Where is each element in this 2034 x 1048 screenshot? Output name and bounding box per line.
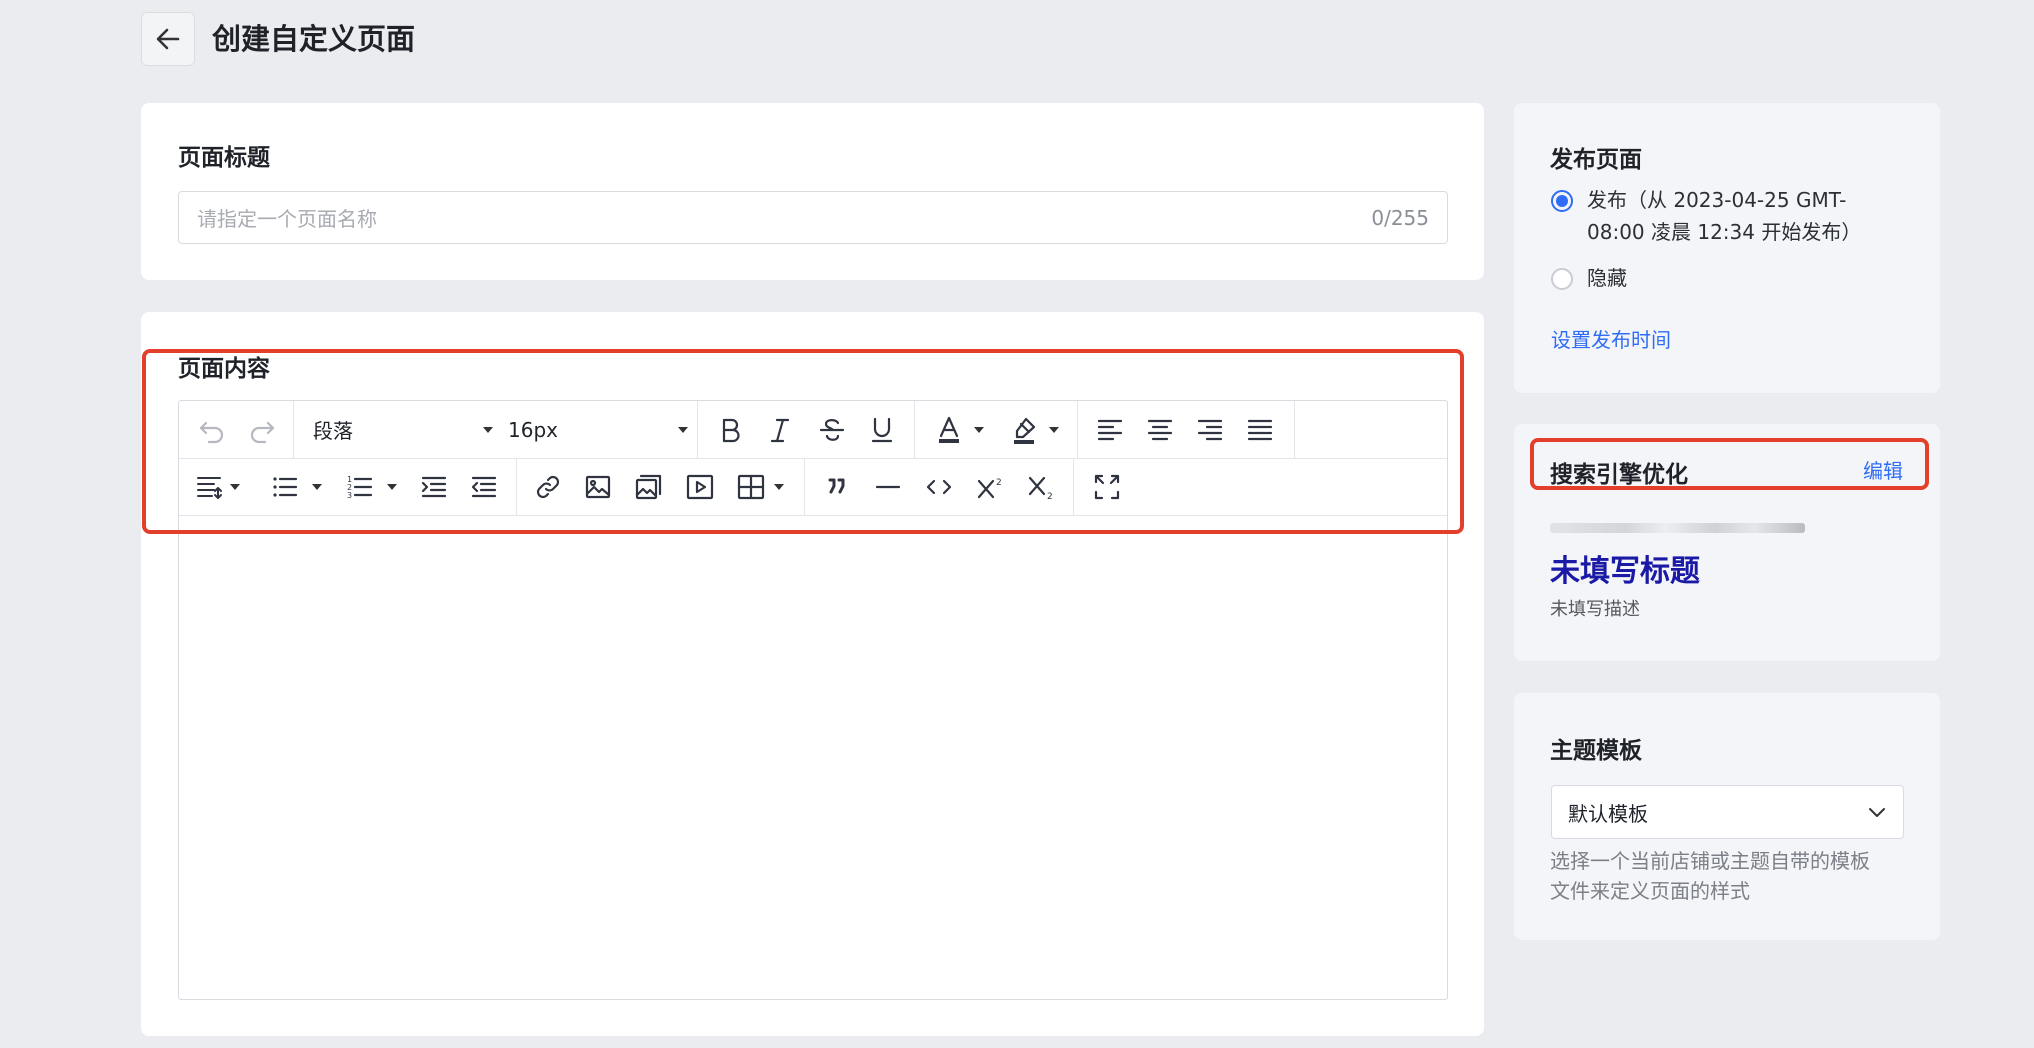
seo-preview-description: 未填写描述 [1550,599,1640,620]
page-title-label: 页面标题 [178,145,270,171]
publish-option-line2: 08:00 凌晨 12:34 开始发布） [1587,220,1862,244]
seo-highlight-box [1530,438,1929,490]
template-help-line2: 文件来定义页面的样式 [1550,879,1750,903]
seo-preview-title: 未填写标题 [1550,554,1700,589]
chevron-down-icon [1869,808,1885,817]
back-button[interactable] [141,12,195,66]
template-select-value: 默认模板 [1568,801,1648,826]
template-help-text: 选择一个当前店铺或主题自带的模板 文件来定义页面的样式 [1550,846,1870,906]
page-title: 创建自定义页面 [212,22,416,56]
char-count: 0/255 [1371,205,1429,230]
publish-title: 发布页面 [1550,147,1642,173]
arrow-left-icon [156,28,180,50]
page-title-placeholder: 请指定一个页面名称 [197,207,377,231]
template-select[interactable]: 默认模板 [1551,785,1904,839]
template-title: 主题模板 [1550,738,1642,764]
publish-radio[interactable] [1551,190,1573,212]
toolbar-highlight-box [142,349,1464,534]
template-help-line1: 选择一个当前店铺或主题自带的模板 [1550,849,1870,873]
hide-radio[interactable] [1551,268,1573,290]
hide-option-label: 隐藏 [1587,266,1627,290]
publish-option-line1: 发布（从 2023-04-25 GMT- [1587,188,1847,212]
publish-option-label: 发布（从 2023-04-25 GMT- 08:00 凌晨 12:34 开始发布… [1587,184,1861,248]
set-publish-time-link[interactable]: 设置发布时间 [1551,325,1671,355]
editor-content-area[interactable] [179,517,1447,999]
page-title-input[interactable]: 请指定一个页面名称 0/255 [178,191,1448,244]
seo-url-redacted [1550,523,1805,533]
